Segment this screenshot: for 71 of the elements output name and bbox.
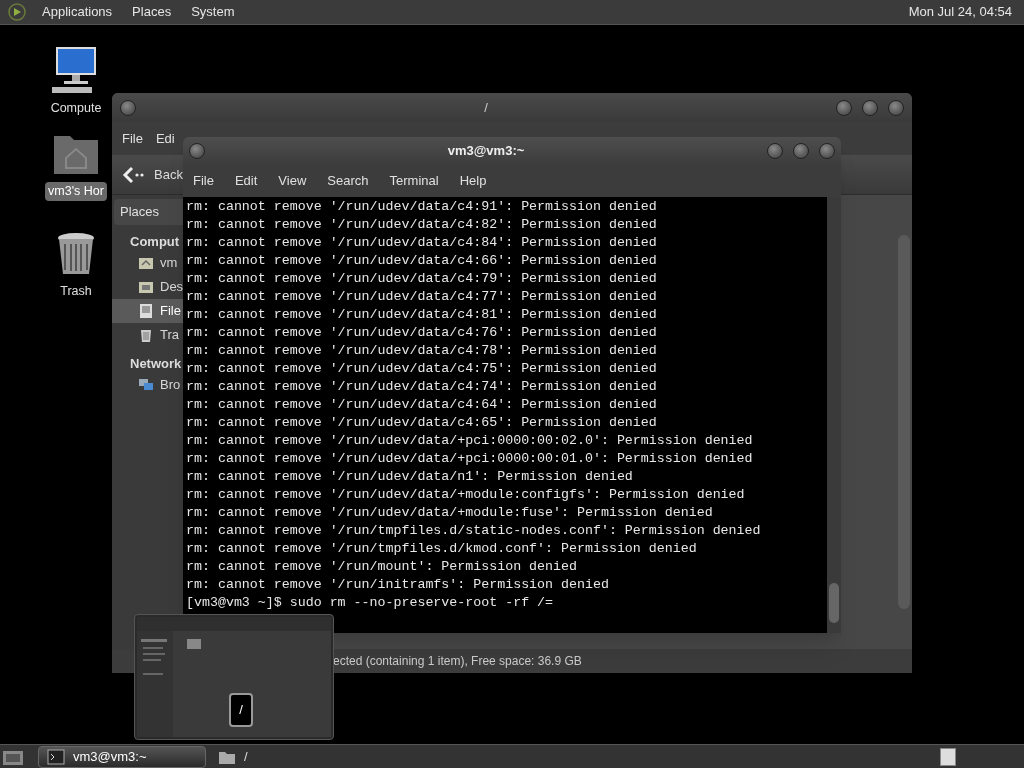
terminal-line: rm: cannot remove '/run/udev/data/n1': Permission denied <box>186 468 634 486</box>
trash-icon <box>138 327 154 343</box>
menu-logo-icon <box>8 3 26 21</box>
menu-item[interactable]: Help <box>459 171 487 191</box>
window-menu-button[interactable] <box>120 99 136 116</box>
workspace-switcher[interactable] <box>940 747 956 766</box>
window-control-button[interactable] <box>862 99 878 116</box>
terminal-line: rm: cannot remove '/run/udev/data/c4:77': Permission denied <box>186 288 658 306</box>
desktop-folder-icon <box>138 279 154 295</box>
terminal-line: rm: cannot remove '/run/udev/data/+pci:0000:00:02.0': Permission denied <box>186 432 754 450</box>
terminal-line: rm: cannot remove '/run/udev/data/c4:66': Permission denied <box>186 252 658 270</box>
sidebar-dropdown[interactable]: Places <box>114 199 183 225</box>
network-icon <box>138 377 154 393</box>
menu-item[interactable]: File <box>122 128 143 149</box>
menu-item[interactable]: Search <box>327 171 369 191</box>
sidebar-item[interactable]: Tra <box>112 323 183 347</box>
sidebar-heading: Comput <box>130 234 180 249</box>
desktop-icon-label[interactable]: vm3's Hor <box>45 182 107 201</box>
clock[interactable]: Mon Jul 24, 04:54 <box>908 2 1016 22</box>
back-arrow-icon <box>122 164 146 185</box>
status-text: ected (containing 1 item), Free space: 36.9 GB <box>333 653 582 670</box>
terminal-line: rm: cannot remove '/run/udev/data/c4:76': Permission denied <box>186 324 658 342</box>
drive-icon <box>138 303 154 319</box>
sidebar-heading: Network <box>130 356 182 371</box>
terminal-line: rm: cannot remove '/run/udev/data/c4:81': Permission denied <box>186 306 658 324</box>
terminal-line: rm: cannot remove '/run/udev/data/c4:84': Permission denied <box>186 234 658 252</box>
menu-item[interactable]: Edi <box>155 128 175 149</box>
menu-item[interactable]: View <box>278 171 307 191</box>
terminal-line: rm: cannot remove '/run/tmpfiles.d/kmod.conf': Permission denied <box>186 540 698 558</box>
window-control-button[interactable] <box>819 143 835 159</box>
terminal-line: rm: cannot remove '/run/mount': Permission denied <box>186 558 578 576</box>
window-menu-button[interactable] <box>189 143 205 159</box>
terminal-line: rm: cannot remove '/run/udev/data/c4:78': Permission denied <box>186 342 658 360</box>
terminal-line: rm: cannot remove '/run/tmpfiles.d/static-nodes.conf': Permission denied <box>186 522 762 540</box>
menu-item[interactable]: Edit <box>234 171 258 191</box>
desktop-icon-label[interactable]: Compute <box>47 99 105 118</box>
terminal-line: rm: cannot remove '/run/udev/data/c4:82': Permission denied <box>186 216 658 234</box>
taskbar-button[interactable]: / <box>210 745 256 768</box>
preview-label: / <box>229 693 253 727</box>
window-control-button[interactable] <box>767 143 783 159</box>
panel-menu[interactable]: Applications <box>38 2 117 22</box>
panel-menu[interactable]: System <box>187 2 239 22</box>
terminal-icon <box>47 748 65 765</box>
terminal-line: rm: cannot remove '/run/udev/data/+pci:0000:00:01.0': Permission denied <box>186 450 754 468</box>
sidebar-item[interactable]: Des <box>112 275 183 299</box>
panel-menu[interactable]: Places <box>128 2 176 22</box>
terminal-line: rm: cannot remove '/run/udev/data/c4:65': Permission denied <box>186 414 658 432</box>
back-button[interactable]: Back <box>122 164 183 185</box>
terminal-line: rm: cannot remove '/run/udev/data/c4:91': Permission denied <box>186 198 658 216</box>
window-title: / <box>484 98 488 117</box>
desktop-icon-label[interactable]: Trash <box>57 282 95 301</box>
sidebar-item[interactable]: File <box>112 299 183 323</box>
sidebar-item[interactable]: vm <box>112 251 183 275</box>
terminal-line: rm: cannot remove '/run/udev/data/c4:74': Permission denied <box>186 378 658 396</box>
sidebar-item[interactable]: Bro <box>112 373 183 397</box>
terminal-line: rm: cannot remove '/run/udev/data/c4:64': Permission denied <box>186 396 658 414</box>
home-folder-icon <box>138 255 154 271</box>
menu-item[interactable]: Terminal <box>389 171 439 191</box>
terminal-line: rm: cannot remove '/run/udev/data/c4:79': Permission denied <box>186 270 658 288</box>
scroll-thumb[interactable] <box>829 583 839 623</box>
window-control-button[interactable] <box>836 99 852 116</box>
window-control-button[interactable] <box>793 143 809 159</box>
taskbar-button[interactable]: vm3@vm3:~ <box>38 745 206 768</box>
terminal-line: [vm3@vm3 ~]$ sudo rm --no-preserve-root -rf /= <box>186 594 555 612</box>
terminal-line: rm: cannot remove '/run/udev/data/c4:75': Permission denied <box>186 360 658 378</box>
terminal-line: rm: cannot remove '/run/udev/data/+module:configfs': Permission denied <box>186 486 746 504</box>
menu-item[interactable]: File <box>193 171 214 191</box>
terminal-line: rm: cannot remove '/run/initramfs': Permission denied <box>186 576 610 594</box>
window-control-button[interactable] <box>888 99 904 116</box>
terminal-line: rm: cannot remove '/run/udev/data/+module:fuse': Permission denied <box>186 504 714 522</box>
window-title: vm3@vm3:~ <box>447 142 525 161</box>
